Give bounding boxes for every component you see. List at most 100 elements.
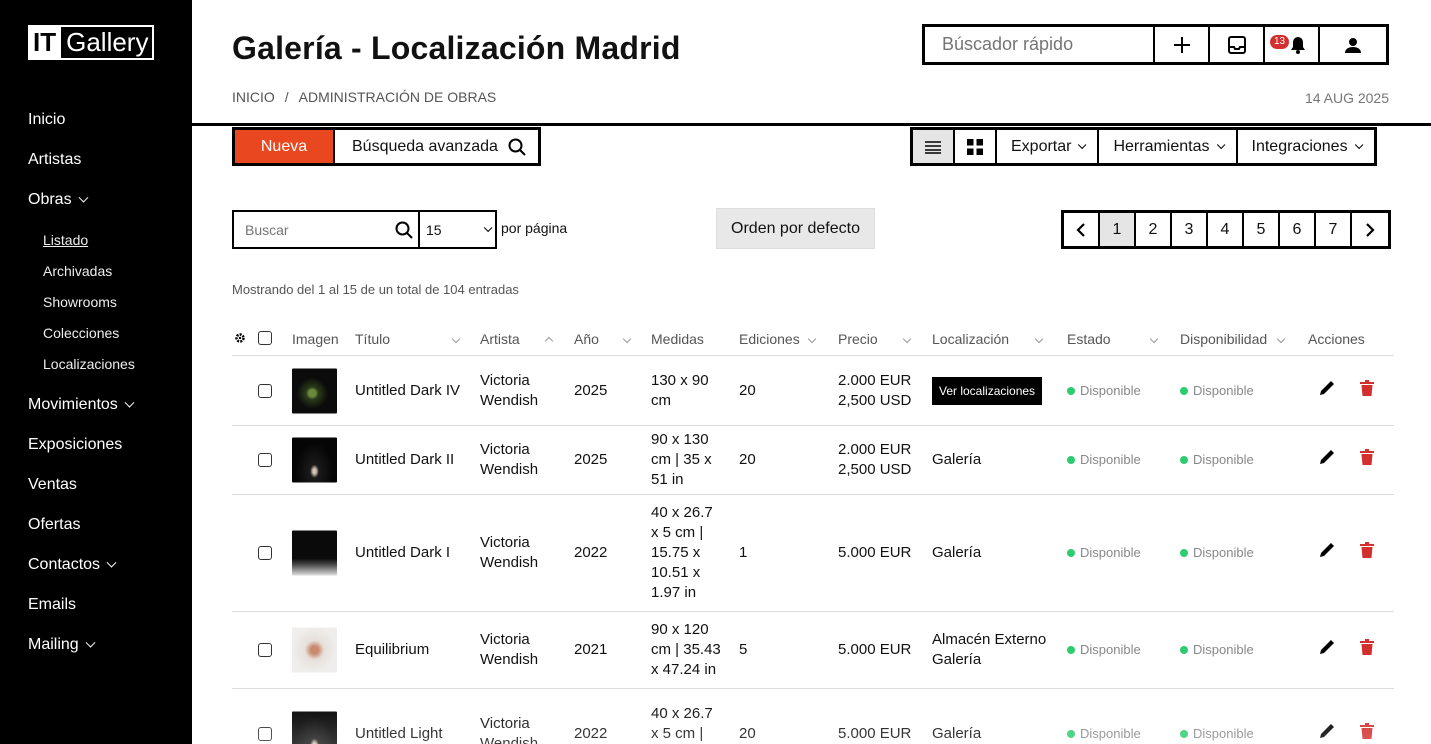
row-checkbox[interactable]: [258, 726, 272, 741]
state-label: Disponible: [1080, 545, 1141, 560]
next-page-button[interactable]: [1352, 213, 1388, 246]
column-availability[interactable]: Disponibilidad: [1180, 331, 1286, 347]
list-view-icon: [925, 140, 941, 154]
breadcrumb-home[interactable]: INICIO: [232, 89, 275, 105]
edit-button[interactable]: [1318, 448, 1336, 472]
page-button-5[interactable]: 5: [1244, 213, 1280, 246]
sidebar-item-artistas[interactable]: Artistas: [28, 140, 188, 180]
page-button-3[interactable]: 3: [1172, 213, 1208, 246]
trash-icon: [1360, 722, 1374, 739]
checkbox: [258, 331, 272, 345]
trash-icon: [1360, 639, 1374, 655]
sort-asc-icon: [544, 336, 554, 346]
edit-button[interactable]: [1318, 379, 1336, 403]
submenu-item-listado[interactable]: Listado: [43, 224, 188, 255]
column-artist[interactable]: Artista: [480, 331, 554, 347]
delete-button[interactable]: [1360, 379, 1374, 402]
artwork-thumbnail[interactable]: [292, 627, 337, 673]
page-button-2[interactable]: 2: [1136, 213, 1172, 246]
submenu-item-colecciones[interactable]: Colecciones: [43, 317, 188, 348]
submenu-item-archivadas[interactable]: Archivadas: [43, 255, 188, 286]
sort-order-button[interactable]: Orden por defecto: [716, 208, 875, 249]
edit-button[interactable]: [1318, 722, 1336, 744]
search-icon[interactable]: [395, 221, 413, 239]
integrations-dropdown[interactable]: Integraciones: [1237, 130, 1374, 163]
submenu-item-showrooms[interactable]: Showrooms: [43, 286, 188, 317]
prev-page-button[interactable]: [1064, 213, 1100, 246]
artwork-title[interactable]: Untitled Dark I: [355, 543, 465, 563]
artwork-title[interactable]: Untitled Dark IV: [355, 381, 465, 401]
chevron-down-icon: [1216, 140, 1225, 149]
column-year[interactable]: Año: [574, 331, 632, 347]
page-button-1[interactable]: 1: [1100, 213, 1136, 246]
artwork-thumbnail[interactable]: [292, 711, 337, 744]
breadcrumb-separator: /: [284, 89, 289, 105]
per-page-select[interactable]: 15: [420, 210, 497, 249]
chevron-down-icon: [124, 397, 135, 408]
thumbnail-image: [292, 530, 337, 576]
user-menu-button[interactable]: [1320, 27, 1386, 62]
sidebar-item-inicio[interactable]: Inicio: [28, 100, 188, 140]
row-checkbox[interactable]: [258, 383, 272, 398]
new-artwork-button[interactable]: Nueva: [235, 130, 335, 163]
column-location[interactable]: Localización: [932, 331, 1044, 347]
column-price[interactable]: Precio: [838, 331, 912, 347]
inbox-button[interactable]: [1210, 27, 1265, 62]
sidebar-item-ofertas[interactable]: Ofertas: [28, 505, 188, 545]
artwork-thumbnail[interactable]: [292, 530, 337, 576]
select-all-checkbox[interactable]: [258, 331, 272, 345]
add-button[interactable]: [1155, 27, 1210, 62]
sidebar-nav: Inicio Artistas Obras Listado Archivadas Show…: [28, 100, 188, 665]
column-image: Imagen: [292, 331, 339, 347]
sort-icon: [807, 334, 817, 344]
artwork-thumbnail[interactable]: [292, 368, 337, 413]
delete-button[interactable]: [1360, 639, 1374, 661]
tools-dropdown[interactable]: Herramientas: [1099, 130, 1238, 163]
quick-search-input[interactable]: [925, 27, 1155, 62]
delete-button[interactable]: [1360, 722, 1374, 744]
table-row[interactable]: Untitled Light Victoria Wendish 2022 40 …: [232, 689, 1394, 744]
sidebar-item-emails[interactable]: Emails: [28, 585, 188, 625]
availability-label: Disponible: [1193, 545, 1254, 560]
table-search-input[interactable]: [245, 221, 385, 238]
column-state[interactable]: Estado: [1067, 331, 1159, 347]
notifications-button[interactable]: 13: [1265, 27, 1320, 62]
artwork-title[interactable]: Equilibrium: [355, 640, 465, 660]
grid-view-button[interactable]: [955, 130, 997, 163]
sidebar-item-movimientos[interactable]: Movimientos: [28, 385, 188, 425]
table-row[interactable]: Untitled Dark IV Victoria Wendish 2025 1…: [232, 356, 1394, 426]
row-checkbox[interactable]: [258, 546, 272, 560]
column-editions[interactable]: Ediciones: [739, 331, 817, 347]
sidebar-item-mailing[interactable]: Mailing: [28, 625, 188, 665]
artwork-title[interactable]: Untitled Light: [355, 724, 465, 744]
row-checkbox[interactable]: [258, 643, 272, 657]
page-button-6[interactable]: 6: [1280, 213, 1316, 246]
submenu-item-localizaciones[interactable]: Localizaciones: [43, 348, 188, 379]
sort-icon: [451, 334, 461, 344]
export-dropdown[interactable]: Exportar: [997, 130, 1100, 163]
row-checkbox[interactable]: [258, 453, 272, 467]
status-dot: [1067, 549, 1075, 557]
status-dot: [1067, 646, 1075, 654]
page-button-4[interactable]: 4: [1208, 213, 1244, 246]
logo[interactable]: IT Gallery: [28, 25, 155, 60]
sidebar-item-exposiciones[interactable]: Exposiciones: [28, 425, 188, 465]
artwork-thumbnail[interactable]: [292, 437, 337, 483]
table-row[interactable]: Untitled Dark I Victoria Wendish 2022 40…: [232, 495, 1394, 612]
sidebar-item-obras[interactable]: Obras: [28, 180, 188, 220]
column-settings-button[interactable]: [234, 332, 246, 344]
page-button-7[interactable]: 7: [1316, 213, 1352, 246]
sidebar-item-ventas[interactable]: Ventas: [28, 465, 188, 505]
list-view-button[interactable]: [913, 130, 955, 163]
table-row[interactable]: Equilibrium Victoria Wendish 2021 90 x 1…: [232, 612, 1394, 689]
delete-button[interactable]: [1360, 542, 1374, 564]
advanced-search-button[interactable]: Búsqueda avanzada: [335, 130, 538, 163]
sidebar-item-contactos[interactable]: Contactos: [28, 545, 188, 585]
column-title[interactable]: Título: [355, 331, 461, 347]
edit-button[interactable]: [1318, 541, 1336, 565]
table-row[interactable]: Untitled Dark II Victoria Wendish 2025 9…: [232, 426, 1394, 495]
delete-button[interactable]: [1360, 449, 1374, 471]
artwork-title[interactable]: Untitled Dark II: [355, 450, 465, 470]
view-locations-button[interactable]: Ver localizaciones: [932, 376, 1043, 405]
edit-button[interactable]: [1318, 638, 1336, 662]
